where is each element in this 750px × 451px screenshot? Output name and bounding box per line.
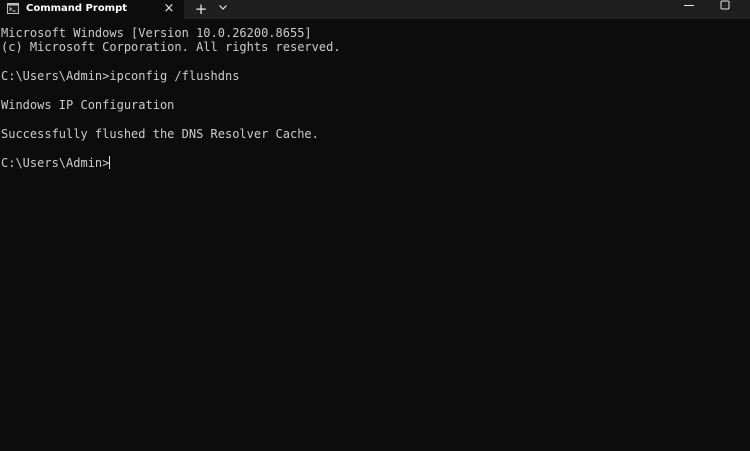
output-line: Windows IP Configuration (1, 98, 175, 112)
output-line: Successfully flushed the DNS Resolver Ca… (1, 127, 319, 141)
command-line: C:\Users\Admin>ipconfig /flushdns (1, 69, 240, 83)
tab-title: Command Prompt (26, 3, 128, 14)
close-tab-icon[interactable]: × (162, 2, 176, 16)
minimize-icon[interactable] (678, 0, 700, 12)
cmd-icon (7, 3, 19, 14)
chevron-down-icon[interactable] (215, 0, 231, 18)
text-cursor (109, 156, 111, 169)
title-bar[interactable]: Command Prompt × + (0, 0, 750, 19)
tab-command-prompt[interactable]: Command Prompt × (0, 0, 184, 19)
prompt-text: C:\Users\Admin> (1, 156, 110, 170)
new-tab-button[interactable]: + (192, 0, 210, 18)
output-line: Microsoft Windows [Version 10.0.26200.86… (1, 26, 312, 40)
maximize-icon[interactable] (714, 0, 736, 12)
terminal-output[interactable]: Microsoft Windows [Version 10.0.26200.86… (0, 19, 750, 451)
output-line: (c) Microsoft Corporation. All rights re… (1, 40, 341, 54)
terminal-window: Command Prompt × + Microsoft Windows [Ve… (0, 0, 750, 451)
prompt-line[interactable]: C:\Users\Admin> (1, 156, 111, 170)
